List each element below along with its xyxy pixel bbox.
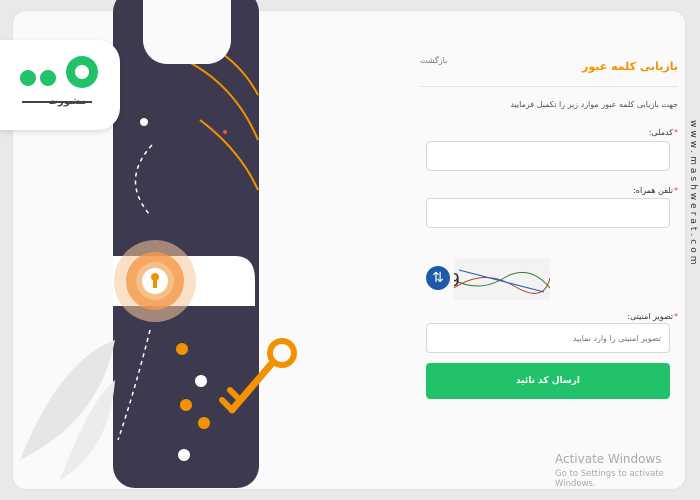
back-link[interactable]: بازگشت: [420, 56, 447, 65]
refresh-captcha-icon[interactable]: ⇅: [426, 266, 450, 290]
logo-card[interactable]: [0, 40, 120, 130]
recovery-panel: بازیابی کلمه عبور بازگشت جهت بازیابی کلم…: [420, 36, 678, 486]
divider: [420, 86, 678, 87]
phone-notch: [143, 0, 231, 64]
captcha-label: *تصویر امنیتی:: [627, 312, 678, 321]
mobile-label: *تلفن همراه:: [633, 186, 678, 195]
national-id-field[interactable]: [426, 141, 670, 171]
windows-watermark: Activate Windows Go to Settings to activ…: [555, 452, 664, 489]
captcha-image: 9 9 7 6: [454, 258, 550, 300]
mobile-input[interactable]: [427, 199, 669, 227]
logo-icon: [20, 56, 98, 103]
phone-illustration: [113, 0, 259, 488]
national-id-input[interactable]: [427, 142, 669, 170]
mobile-field[interactable]: [426, 198, 670, 228]
captcha-text: 9 9 7 6: [454, 270, 462, 291]
captcha-field[interactable]: [426, 323, 670, 353]
site-url: www.mashwerat.com: [688, 120, 698, 268]
form-hint: جهت بازیابی کلمه عبور موارد زیر را تکمیل…: [510, 100, 678, 109]
send-code-button[interactable]: ارسال کد تائید: [426, 363, 670, 399]
national-id-label: *کدملی:: [648, 128, 678, 137]
page-title: بازیابی کلمه عبور: [582, 60, 678, 73]
captcha-input[interactable]: [427, 324, 669, 352]
logo-text: مشورت: [48, 96, 87, 107]
